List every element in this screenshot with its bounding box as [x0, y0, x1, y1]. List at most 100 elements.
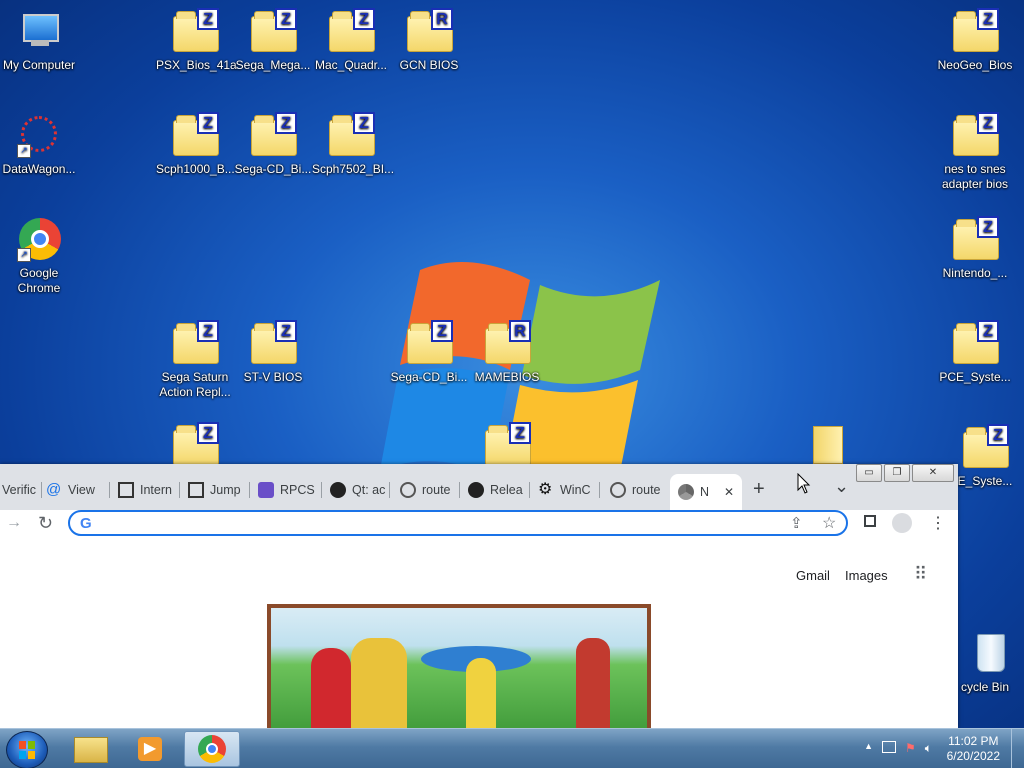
network-icon[interactable]	[882, 741, 897, 753]
taskbar-clock[interactable]: 11:02 PM 6/20/2022	[947, 734, 1000, 764]
tab-label: route	[422, 483, 451, 497]
tab-route-2[interactable]: route	[610, 480, 668, 500]
show-hidden-icons-arrow[interactable]: ▲	[864, 741, 873, 756]
taskbar-media-player-button[interactable]: ▶	[122, 731, 178, 767]
desktop-folder[interactable]: R MAMEBIOS	[468, 320, 546, 385]
tab-list-chevron-icon[interactable]: ⌄	[834, 476, 849, 497]
desktop-folder[interactable]: Z Mac_Quadr...	[312, 8, 390, 73]
tab-verific[interactable]: Verific	[2, 480, 42, 500]
desktop-icon-label: cycle Bin	[960, 680, 1010, 694]
menu-dots-icon[interactable]: ⋮	[930, 513, 946, 533]
address-input[interactable]	[102, 514, 746, 534]
tab-new-tab-active[interactable]: N ✕	[670, 474, 742, 510]
desktop-folder[interactable]: Z Scph7502_BI...	[312, 112, 394, 177]
desktop-icon-label: Sega_Mega...	[235, 58, 311, 72]
reload-icon[interactable]: ↻	[38, 513, 53, 534]
tab-route[interactable]: route	[400, 480, 460, 500]
desktop-folder[interactable]: Z nes to snes adapter bios	[936, 112, 1014, 192]
shortcut-arrow-icon: ↗	[17, 248, 31, 262]
desktop-folder[interactable]: R GCN BIOS	[390, 8, 468, 73]
desktop-folder[interactable]: Z ST-V BIOS	[234, 320, 312, 385]
explorer-folder-icon	[74, 737, 108, 763]
desktop-folder[interactable]: Z PSX_Bios_41a	[156, 8, 237, 73]
globe-icon	[610, 482, 626, 498]
minimize-button[interactable]: ▭	[856, 464, 882, 482]
desktop-folder[interactable]: Z Nintendo_...	[936, 216, 1014, 281]
tab-label: View	[68, 483, 95, 497]
zip-folder-icon: Z	[951, 216, 999, 264]
maximize-button[interactable]: ❐	[884, 464, 910, 482]
tab-rpcs[interactable]: RPCS	[258, 480, 322, 500]
desktop-folder[interactable]: Z PCE_Syste...	[936, 320, 1014, 385]
tab-view[interactable]: @ View	[46, 480, 110, 500]
github-icon	[468, 482, 484, 498]
taskbar: ▶ ▲ ⚑ 🔈︎ 11:02 PM 6/20/2022	[0, 728, 1024, 768]
desktop-icon-label: GCN BIOS	[399, 58, 459, 72]
desktop-icon-label: E_Syste...	[957, 474, 1013, 488]
desktop-folder[interactable]: Z NeoGeo_Bios	[936, 8, 1014, 73]
desktop-icon-google-chrome[interactable]: ↗ Google Chrome	[0, 216, 78, 296]
chrome-icon	[198, 735, 226, 763]
doodle-figure	[311, 648, 351, 728]
doodle-figure	[351, 638, 407, 728]
start-button[interactable]	[6, 731, 48, 768]
clock-date: 6/20/2022	[946, 749, 1000, 763]
tab-jump[interactable]: Jump	[188, 480, 250, 500]
chrome-icon: ↗	[15, 216, 63, 264]
computer-icon	[15, 8, 63, 56]
omnibox[interactable]: G ⇪ ☆	[68, 510, 848, 536]
gmail-link[interactable]: Gmail	[796, 568, 830, 583]
profile-avatar-icon[interactable]	[892, 513, 912, 533]
forward-icon[interactable]: →	[6, 514, 22, 532]
desktop-folder[interactable]: Z Sega_Mega...	[234, 8, 312, 73]
windows-flag-icon	[19, 741, 35, 759]
desktop-folder[interactable]: Z Scph1000_B...	[156, 112, 235, 177]
show-desktop-button[interactable]	[1011, 729, 1024, 768]
zip-folder-icon: Z	[327, 112, 375, 160]
rpcs-icon	[258, 482, 274, 498]
share-icon[interactable]: ⇪	[790, 514, 803, 532]
desktop-icon-my-computer[interactable]: My Computer	[0, 8, 78, 73]
tab-label: N	[700, 485, 710, 499]
zip-folder-icon: Z	[249, 8, 297, 56]
mouse-cursor-icon	[797, 473, 811, 494]
tab-qt[interactable]: Qt: ac	[330, 480, 390, 500]
rar-folder-icon: R	[483, 320, 531, 368]
desktop-icon-label: PSX_Bios_41a	[156, 58, 237, 72]
tab-intern[interactable]: Intern	[118, 480, 180, 500]
zip-folder-icon: Z	[249, 112, 297, 160]
zip-folder-icon: Z	[171, 8, 219, 56]
desktop-folder[interactable]: Z Sega Saturn Action Repl...	[156, 320, 234, 400]
bookmark-star-icon[interactable]: ☆	[822, 513, 836, 533]
images-link[interactable]: Images	[845, 568, 888, 583]
zip-folder-icon: Z	[327, 8, 375, 56]
github-icon	[330, 482, 346, 498]
tab-label: RPCS	[280, 483, 315, 497]
tab-relea[interactable]: Relea	[468, 480, 530, 500]
desktop-icon-datawagon[interactable]: ↗ DataWagon...	[0, 112, 78, 177]
new-tab-page: Gmail Images ⠿	[0, 544, 958, 728]
archive-icon	[118, 482, 134, 498]
desktop-icon-label: Sega-CD_Bi...	[390, 370, 468, 384]
action-center-flag-icon[interactable]: ⚑	[905, 741, 916, 756]
zip-folder-icon: Z	[961, 424, 1009, 472]
tab-winc[interactable]: ⚙ WinC	[538, 480, 600, 500]
desktop-folder[interactable]: Z Sega-CD_Bi...	[234, 112, 312, 177]
desktop-folder[interactable]: Z Sega-CD_Bi...	[390, 320, 468, 385]
google-doodle-image[interactable]	[267, 604, 651, 728]
clock-time: 11:02 PM	[948, 734, 999, 748]
zip-folder-icon: Z	[951, 8, 999, 56]
desktop-icon-label: Sega-CD_Bi...	[234, 162, 312, 176]
rar-folder-icon: R	[405, 8, 453, 56]
volume-icon[interactable]: 🔈︎	[925, 741, 932, 756]
desktop-folder-plain[interactable]	[774, 420, 852, 470]
taskbar-chrome-button[interactable]	[184, 731, 240, 767]
window-controls: ▭ ❐ ✕	[856, 464, 954, 482]
side-panel-icon[interactable]	[864, 515, 876, 527]
desktop-icon-label: Scph7502_BI...	[312, 162, 395, 176]
tab-close-icon[interactable]: ✕	[724, 485, 734, 499]
taskbar-explorer-button[interactable]	[62, 731, 118, 767]
close-button[interactable]: ✕	[912, 464, 954, 482]
new-tab-button[interactable]: +	[753, 478, 765, 501]
apps-grid-icon[interactable]: ⠿	[914, 564, 927, 585]
